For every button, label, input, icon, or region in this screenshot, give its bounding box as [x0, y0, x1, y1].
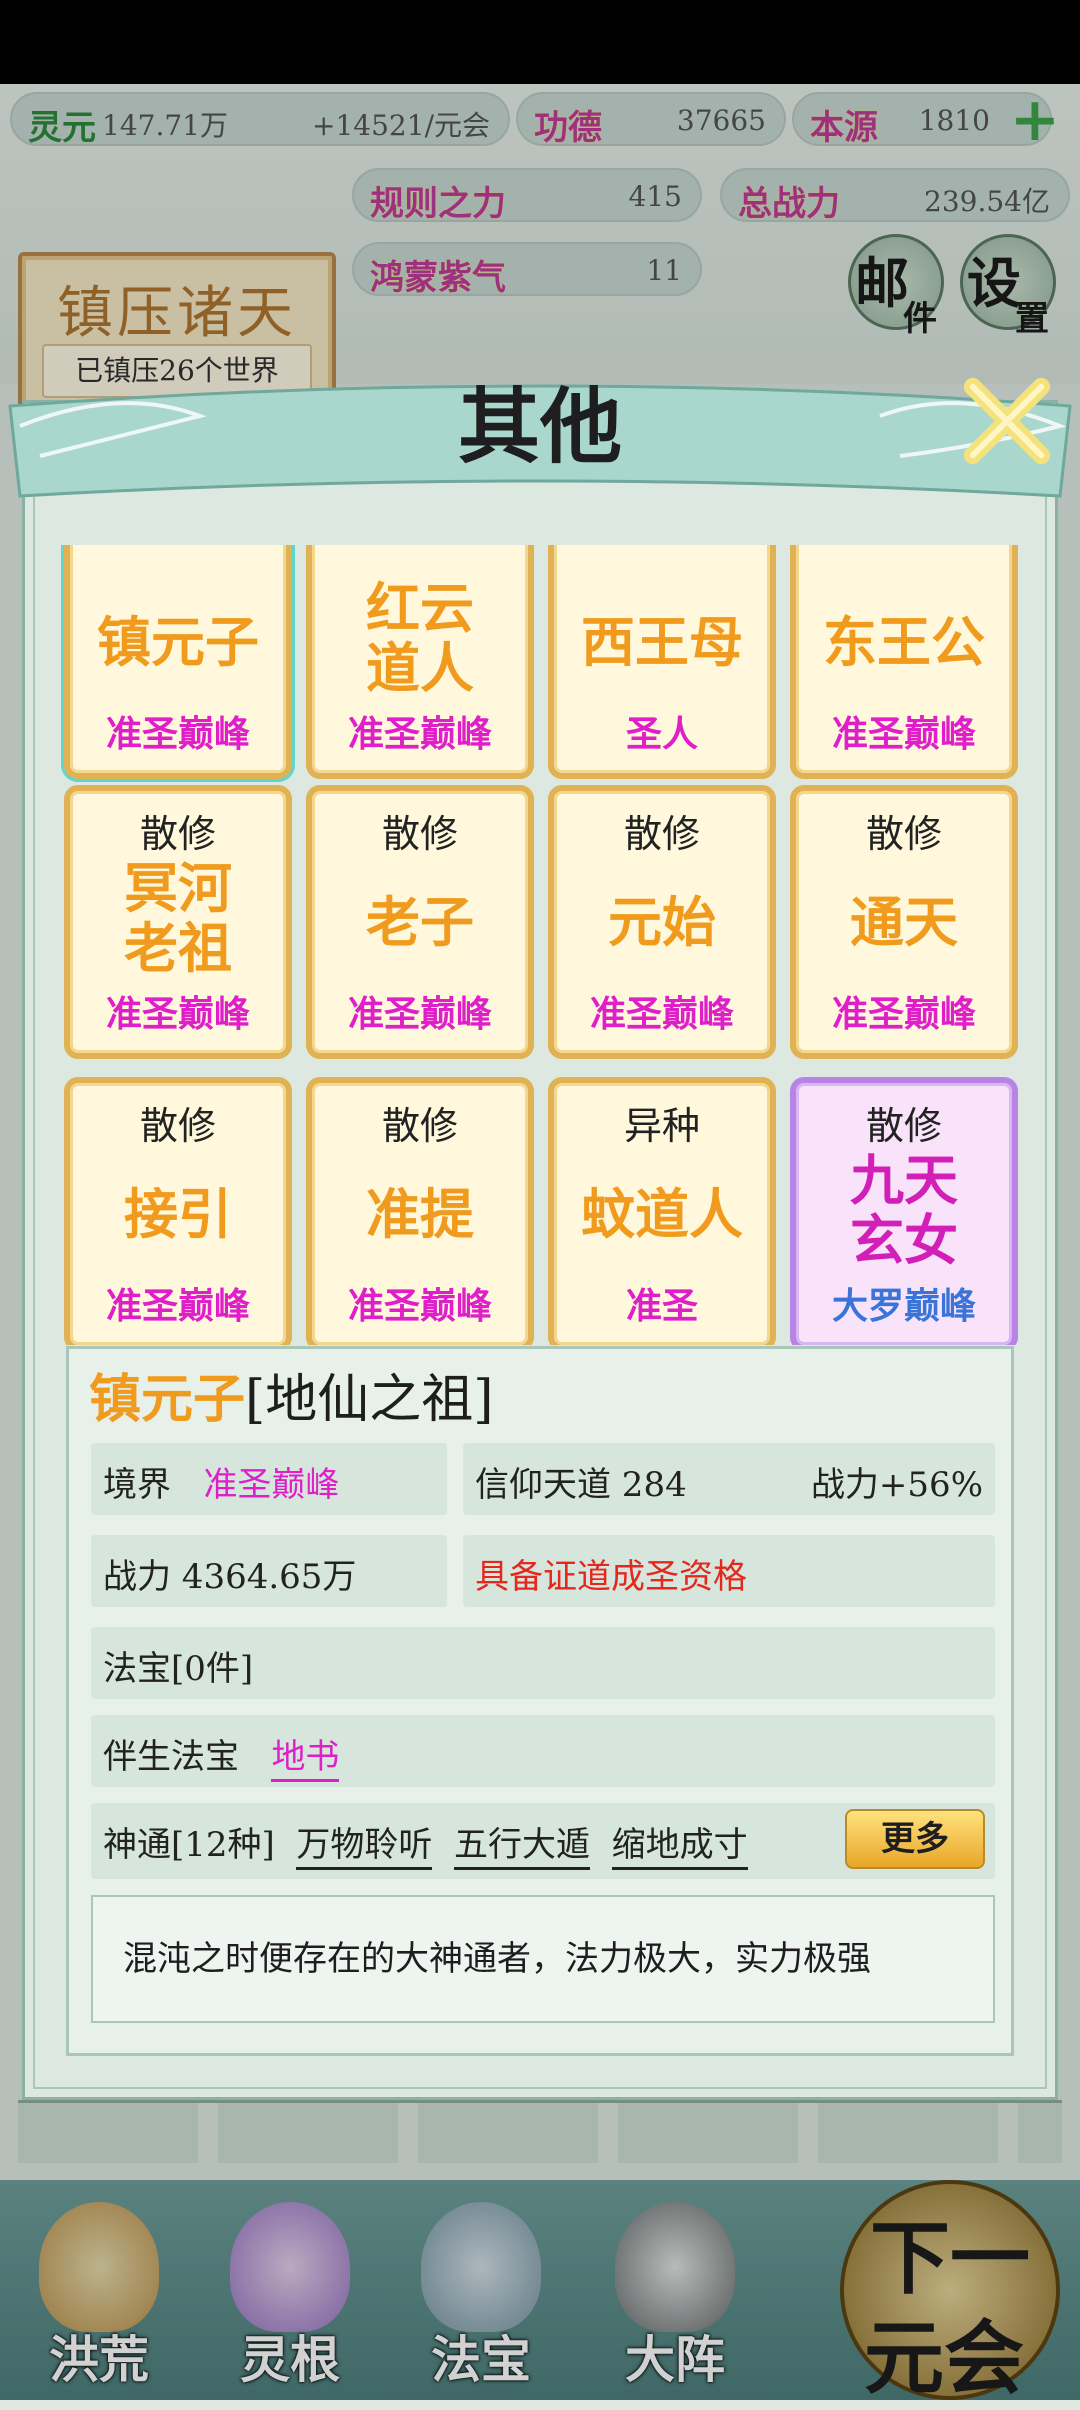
status-bar	[0, 0, 1080, 84]
more-abilities-button[interactable]: 更多	[845, 1809, 985, 1869]
card-name: 西王母	[581, 610, 743, 674]
card-rank: 准圣	[625, 1285, 698, 1327]
card-rank: 准圣巅峰	[831, 993, 976, 1035]
realm-label: 境界	[103, 1465, 171, 1505]
card-name: 九天	[850, 1148, 958, 1212]
character-grid[interactable]: 镇元子 准圣巅峰 红云 道人 准圣巅峰 西王母 圣人 东王公 准圣巅峰 散修 冥河 老祖 准圣巅峰 散修老…	[40, 545, 1040, 1345]
card-category: 异种	[623, 1104, 700, 1148]
character-card[interactable]: 散修 接引 准圣巅峰	[64, 1077, 292, 1345]
character-card[interactable]: 散修 老子 准圣巅峰	[306, 785, 534, 1059]
card-rank: 准圣巅峰	[347, 1285, 492, 1327]
card-name: 老子	[366, 890, 474, 954]
card-name: 接引	[124, 1182, 232, 1246]
ability-2[interactable]: 五行大遁	[454, 1825, 591, 1870]
card-rank: 准圣巅峰	[347, 713, 492, 755]
character-card[interactable]: 散修 冥河 老祖准圣巅峰	[64, 785, 292, 1059]
card-name: 老祖	[124, 916, 232, 980]
detail-title: 镇元子[地仙之祖]	[89, 1357, 494, 1432]
card-category: 散修	[139, 812, 216, 856]
character-card[interactable]: 西王母 圣人	[548, 545, 776, 779]
character-card[interactable]: 红云 道人 准圣巅峰	[306, 545, 534, 779]
card-rank: 准圣巅峰	[105, 993, 250, 1035]
character-detail-panel: 镇元子[地仙之祖] 境界 准圣巅峰 信仰天道 284 战力+56% 战力 436…	[66, 1346, 1014, 2056]
card-rank: 大罗巅峰	[831, 1285, 976, 1327]
card-name: 蚊道人	[581, 1182, 743, 1246]
card-category: 散修	[139, 1104, 216, 1148]
sainthood-text: 具备证道成圣资格	[475, 1557, 747, 1597]
card-name: 通天	[850, 890, 958, 954]
treasure-text: 法宝[0件]	[103, 1649, 254, 1689]
card-rank: 准圣巅峰	[105, 713, 250, 755]
card-name: 玄女	[850, 1208, 958, 1272]
faith-text: 信仰天道 284	[475, 1465, 687, 1505]
modal-title: 其他	[457, 379, 622, 475]
abilities-label: 神通[12种]	[103, 1825, 275, 1865]
close-icon[interactable]	[958, 372, 1056, 470]
card-category: 散修	[381, 1104, 458, 1148]
character-description: 混沌之时便存在的大神通者，法力极大，实力极强	[91, 1895, 995, 2023]
card-name: 冥河	[124, 856, 232, 920]
card-name: 东王公	[823, 610, 985, 674]
card-name: 镇元子	[97, 610, 259, 674]
card-name: 红云	[366, 576, 474, 640]
sainthood-box: 具备证道成圣资格	[463, 1535, 995, 1607]
card-category: 散修	[381, 812, 458, 856]
character-card[interactable]: 东王公 准圣巅峰	[790, 545, 1018, 779]
power-text: 战力 4364.65万	[103, 1557, 357, 1597]
companion-treasure-label: 伴生法宝	[103, 1737, 239, 1777]
card-rank: 圣人	[625, 713, 698, 755]
card-category: 散修	[865, 1104, 942, 1148]
companion-treasure-link[interactable]: 地书	[271, 1737, 340, 1782]
card-category: 散修	[623, 812, 700, 856]
realm-value: 准圣巅峰	[203, 1465, 340, 1505]
realm-box: 境界 准圣巅峰	[91, 1443, 447, 1515]
faith-bonus: 战力+56%	[810, 1465, 983, 1505]
character-card[interactable]: 镇元子 准圣巅峰	[64, 545, 292, 779]
ability-3[interactable]: 缩地成寸	[611, 1825, 748, 1870]
power-box: 战力 4364.65万	[91, 1535, 447, 1607]
character-card[interactable]: 散修 九天 玄女大罗巅峰	[790, 1077, 1018, 1345]
detail-epithet: [地仙之祖]	[245, 1370, 494, 1430]
card-rank: 准圣巅峰	[831, 713, 976, 755]
card-name: 准提	[366, 1182, 474, 1246]
card-rank: 准圣巅峰	[105, 1285, 250, 1327]
ability-1[interactable]: 万物聆听	[296, 1825, 433, 1870]
character-card[interactable]: 异种 蚊道人 准圣	[548, 1077, 776, 1345]
companion-treasure-box: 伴生法宝 地书	[91, 1715, 995, 1787]
detail-name: 镇元子	[89, 1369, 246, 1430]
treasure-box: 法宝[0件]	[91, 1627, 995, 1699]
card-rank: 准圣巅峰	[347, 993, 492, 1035]
character-card[interactable]: 散修 元始 准圣巅峰	[548, 785, 776, 1059]
faith-box: 信仰天道 284 战力+56%	[463, 1443, 995, 1515]
card-category: 散修	[865, 812, 942, 856]
character-card[interactable]: 散修 通天 准圣巅峰	[790, 785, 1018, 1059]
card-rank: 准圣巅峰	[589, 993, 734, 1035]
card-name: 元始	[608, 890, 716, 954]
card-name: 道人	[366, 636, 474, 700]
character-card[interactable]: 散修 准提 准圣巅峰	[306, 1077, 534, 1345]
